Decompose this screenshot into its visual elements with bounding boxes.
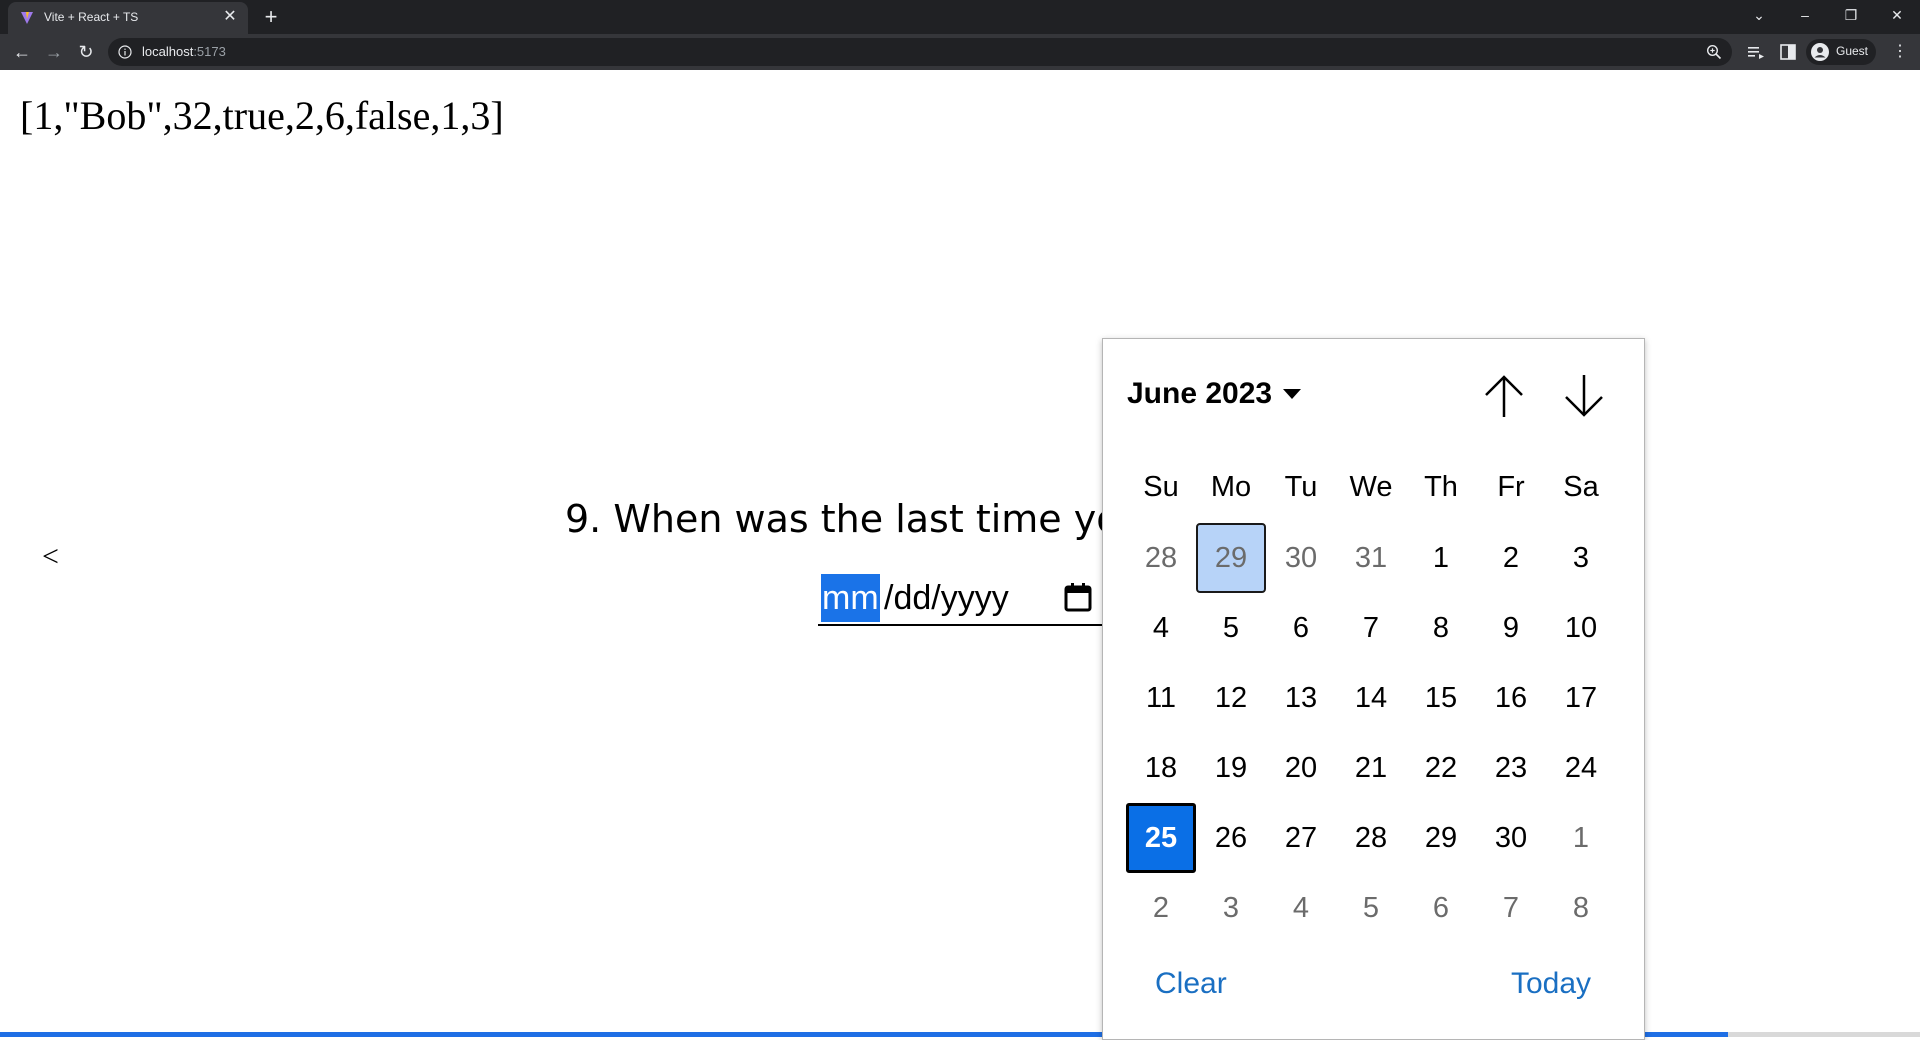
- day-cell[interactable]: 26: [1196, 803, 1266, 873]
- weekday-label: We: [1349, 471, 1393, 503]
- day-cell[interactable]: 15: [1406, 663, 1476, 733]
- day-cell[interactable]: 5: [1336, 873, 1406, 943]
- month-year-selector[interactable]: June 2023: [1127, 377, 1272, 413]
- url-host: localhost: [142, 44, 194, 59]
- tab-title: Vite + React + TS: [44, 10, 139, 24]
- day-cell[interactable]: 28: [1336, 803, 1406, 873]
- profile-name: Guest: [1836, 44, 1869, 58]
- day-cell[interactable]: 3: [1196, 873, 1266, 943]
- browser-menu-icon[interactable]: ⋮: [1888, 40, 1912, 64]
- date-picker-popup: June 2023 Su Mo Tu We Th Fr Sa 28 29 30 31 1 2 3 4 5 6 7…: [1102, 338, 1645, 1040]
- weekday-label: Mo: [1210, 471, 1252, 503]
- restore-button[interactable]: ❐: [1828, 0, 1874, 30]
- answers-debug-text: [1,"Bob",32,true,2,6,false,1,3]: [20, 93, 504, 138]
- day-cell[interactable]: 12: [1196, 663, 1266, 733]
- day-cell[interactable]: 30: [1266, 523, 1336, 593]
- day-cell[interactable]: 13: [1266, 663, 1336, 733]
- side-panel-icon[interactable]: [1778, 42, 1798, 62]
- close-tab-icon[interactable]: ✕: [220, 7, 240, 27]
- day-cell[interactable]: 28: [1126, 523, 1196, 593]
- day-cell[interactable]: 6: [1266, 593, 1336, 663]
- day-cell[interactable]: 3: [1546, 523, 1616, 593]
- back-icon[interactable]: ←: [8, 38, 36, 66]
- previous-month-arrow-icon[interactable]: [1481, 373, 1527, 419]
- date-day-year-segments[interactable]: /dd/yyyy: [884, 579, 1009, 618]
- minimize-button[interactable]: –: [1782, 0, 1828, 30]
- browser-tabstrip: Vite + React + TS ✕ + ⌄ – ❐ ✕: [0, 0, 1920, 34]
- day-cell[interactable]: 8: [1546, 873, 1616, 943]
- day-cell[interactable]: 6: [1406, 873, 1476, 943]
- day-cell[interactable]: 2: [1126, 873, 1196, 943]
- day-cell[interactable]: 21: [1336, 733, 1406, 803]
- weekday-label: Th: [1424, 471, 1458, 503]
- date-month-segment[interactable]: mm: [821, 574, 880, 622]
- day-cell[interactable]: 4: [1266, 873, 1336, 943]
- weekday-label: Tu: [1284, 471, 1318, 503]
- weekday-label: Su: [1143, 471, 1179, 503]
- day-cell[interactable]: 23: [1476, 733, 1546, 803]
- url-port: :5173: [193, 44, 226, 59]
- browser-tab[interactable]: Vite + React + TS ✕: [8, 2, 248, 34]
- day-cell[interactable]: 29: [1406, 803, 1476, 873]
- clear-button[interactable]: Clear: [1155, 967, 1227, 1001]
- day-cell[interactable]: 24: [1546, 733, 1616, 803]
- day-cell[interactable]: 2: [1476, 523, 1546, 593]
- tab-search-icon[interactable]: ⌄: [1736, 0, 1782, 30]
- day-cell[interactable]: 1: [1406, 523, 1476, 593]
- vite-logo-icon: [21, 12, 33, 24]
- day-cell[interactable]: 4: [1126, 593, 1196, 663]
- day-cell[interactable]: 22: [1406, 733, 1476, 803]
- caret-down-icon[interactable]: [1283, 389, 1301, 399]
- day-cell[interactable]: 18: [1126, 733, 1196, 803]
- day-cell[interactable]: 5: [1196, 593, 1266, 663]
- zoom-icon[interactable]: [1706, 44, 1722, 60]
- day-cell[interactable]: 20: [1266, 733, 1336, 803]
- day-cell[interactable]: 8: [1406, 593, 1476, 663]
- date-input[interactable]: mm /dd/yyyy: [818, 574, 1103, 626]
- day-cell[interactable]: 27: [1266, 803, 1336, 873]
- day-cell[interactable]: 16: [1476, 663, 1546, 733]
- new-tab-button[interactable]: +: [258, 4, 284, 30]
- day-cell[interactable]: 14: [1336, 663, 1406, 733]
- today-button[interactable]: Today: [1511, 967, 1591, 1001]
- day-cell[interactable]: 19: [1196, 733, 1266, 803]
- day-cell[interactable]: 1: [1546, 803, 1616, 873]
- day-cell[interactable]: 9: [1476, 593, 1546, 663]
- close-window-button[interactable]: ✕: [1874, 0, 1920, 30]
- weekday-label: Fr: [1497, 471, 1525, 503]
- calendar-icon[interactable]: [1063, 581, 1093, 613]
- site-info-icon[interactable]: [118, 45, 132, 59]
- day-cell[interactable]: 10: [1546, 593, 1616, 663]
- day-cell[interactable]: 7: [1476, 873, 1546, 943]
- forward-icon[interactable]: →: [40, 38, 68, 66]
- day-cell-today[interactable]: 25: [1126, 803, 1196, 873]
- profile-button[interactable]: Guest: [1806, 39, 1876, 65]
- avatar-icon: [1811, 43, 1829, 61]
- next-month-arrow-icon[interactable]: [1561, 373, 1607, 419]
- url-text: localhost:5173: [142, 44, 226, 59]
- media-controls-icon[interactable]: [1746, 42, 1766, 62]
- weekday-label: Sa: [1563, 471, 1599, 503]
- day-cell[interactable]: 11: [1126, 663, 1196, 733]
- day-cell[interactable]: 31: [1336, 523, 1406, 593]
- day-cell[interactable]: 30: [1476, 803, 1546, 873]
- previous-question-button[interactable]: <: [42, 540, 59, 574]
- day-cell[interactable]: 17: [1546, 663, 1616, 733]
- day-cell[interactable]: 29: [1196, 523, 1266, 593]
- address-bar[interactable]: localhost:5173: [108, 38, 1732, 66]
- question-text: 9. When was the last time you: [565, 497, 1103, 541]
- day-cell[interactable]: 7: [1336, 593, 1406, 663]
- reload-icon[interactable]: ↻: [72, 38, 100, 66]
- browser-toolbar: ← → ↻ localhost:5173: [0, 34, 1920, 70]
